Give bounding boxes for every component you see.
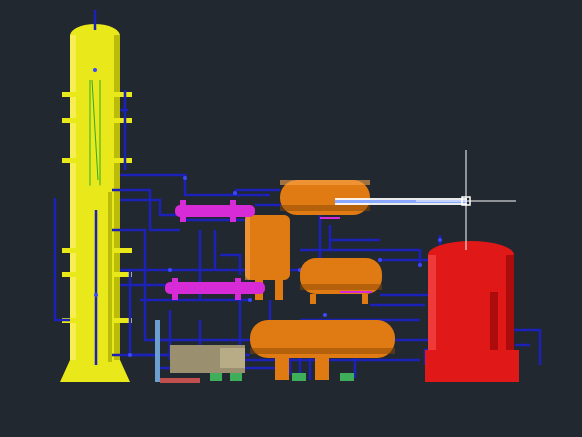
cad-model-viewport[interactable] [0,0,582,437]
plant-3d-scene[interactable] [0,0,582,437]
heat-exchanger-upper[interactable] [175,200,255,222]
heat-exchanger-lower[interactable] [165,278,265,300]
horizontal-drum-top[interactable] [280,180,370,215]
horizontal-drum-bottom[interactable] [250,320,395,380]
compressor-skid[interactable] [170,345,245,373]
horizontal-drum-middle[interactable] [300,258,382,304]
tank-foundation [425,350,519,382]
